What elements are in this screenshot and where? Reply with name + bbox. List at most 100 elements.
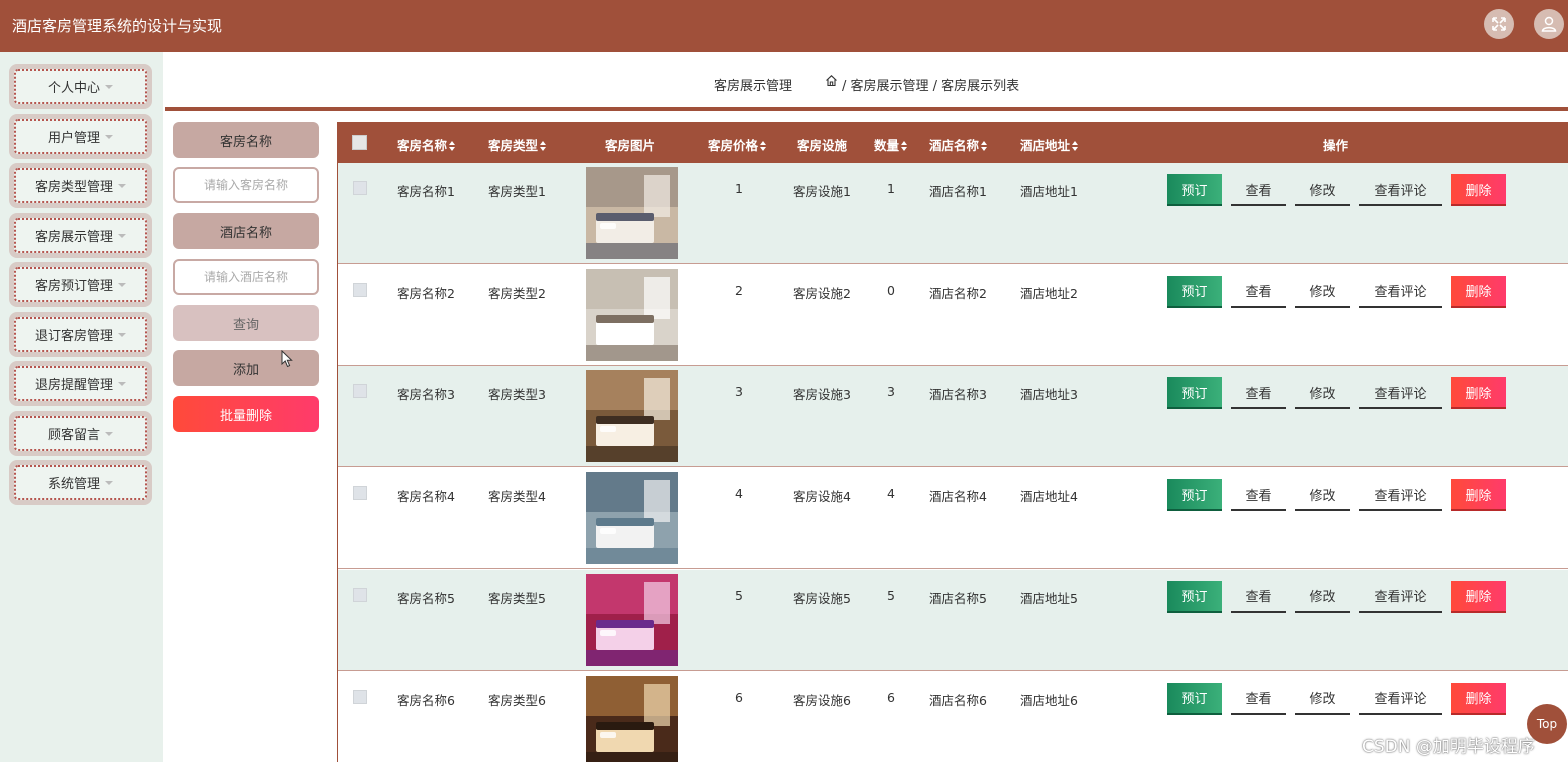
cell-room-name: 客房名称2 <box>397 285 455 301</box>
view-reviews-button[interactable]: 查看评论 <box>1359 479 1442 512</box>
room-image <box>586 472 678 565</box>
batch-delete-button[interactable]: 批量删除 <box>173 396 319 432</box>
user-icon <box>1541 16 1557 32</box>
th-actions-label: 操作 <box>1323 138 1349 153</box>
cell-room-type: 客房类型2 <box>488 285 546 301</box>
th-room-name[interactable]: 客房名称 <box>397 135 456 154</box>
hotel-name-label: 酒店名称 <box>173 213 319 249</box>
th-room-type-label: 客房类型 <box>488 138 539 153</box>
view-reviews-button[interactable]: 查看评论 <box>1359 581 1442 613</box>
view-reviews-button[interactable]: 查看评论 <box>1359 174 1442 206</box>
sort-icon[interactable] <box>901 141 908 151</box>
th-actions: 操作 <box>1323 135 1348 154</box>
view-button[interactable]: 查看 <box>1231 276 1286 308</box>
sidebar-item-room-cancel-management[interactable]: 退订客房管理 <box>9 311 152 357</box>
th-room-facility-label: 客房设施 <box>797 138 848 153</box>
room-image <box>586 268 678 361</box>
sidebar-item-label: 客房展示管理 <box>34 229 113 245</box>
edit-button[interactable]: 修改 <box>1295 683 1350 715</box>
sort-icon[interactable] <box>981 141 988 151</box>
book-button[interactable]: 预订 <box>1167 275 1222 308</box>
th-quantity-label: 数量 <box>874 138 900 153</box>
row-checkbox[interactable] <box>353 689 367 704</box>
user-avatar-button[interactable] <box>1534 9 1564 39</box>
cell-facility: 客房设施1 <box>793 184 851 199</box>
sort-icon[interactable] <box>760 141 767 151</box>
sidebar-item-personal-center[interactable]: 个人中心 <box>9 64 152 109</box>
delete-button[interactable]: 删除 <box>1451 682 1506 715</box>
sidebar-item-room-booking-management[interactable]: 客房预订管理 <box>9 262 152 307</box>
th-hotel-address[interactable]: 酒店地址 <box>1020 135 1079 154</box>
delete-button[interactable]: 删除 <box>1451 580 1506 613</box>
select-all-checkbox[interactable] <box>352 135 367 150</box>
room-name-input[interactable] <box>173 167 319 203</box>
sort-icon[interactable] <box>1072 141 1079 151</box>
breadcrumb: / 客房展示管理 / 客房展示列表 <box>842 79 1020 94</box>
edit-button[interactable]: 修改 <box>1295 377 1350 410</box>
view-button[interactable]: 查看 <box>1231 683 1286 715</box>
table-row: 客房名称5 客房类型5 5 客房设施5 5 酒店名称5 酒店地址5 预订 查看 修改 查看评论 删除 <box>338 569 1568 671</box>
hotel-name-input[interactable] <box>173 259 319 295</box>
sidebar-item-customer-messages[interactable]: 顾客留言 <box>9 410 152 456</box>
sidebar-item-label: 退房提醒管理 <box>34 378 113 393</box>
delete-button[interactable]: 删除 <box>1451 174 1506 206</box>
cell-room-name: 客房名称5 <box>397 590 455 606</box>
sidebar-item-user-management[interactable]: 用户管理 <box>9 113 152 159</box>
view-button[interactable]: 查看 <box>1231 581 1286 613</box>
th-hotel-name[interactable]: 酒店名称 <box>929 135 988 154</box>
view-reviews-button[interactable]: 查看评论 <box>1359 276 1442 308</box>
add-button[interactable]: 添加 <box>173 350 319 386</box>
edit-button[interactable]: 修改 <box>1295 276 1350 308</box>
view-button[interactable]: 查看 <box>1231 479 1286 512</box>
watermark: CSDN @加明毕设程序 <box>1362 737 1535 757</box>
book-button[interactable]: 预订 <box>1167 174 1222 206</box>
room-image <box>586 370 678 463</box>
delete-button[interactable]: 删除 <box>1451 377 1506 410</box>
th-quantity[interactable]: 数量 <box>874 135 908 154</box>
breadcrumb-divider <box>165 107 1568 111</box>
row-checkbox[interactable] <box>353 587 367 602</box>
chevron-down-icon <box>105 431 113 436</box>
query-button[interactable]: 查询 <box>173 305 319 341</box>
book-button[interactable]: 预订 <box>1167 682 1222 715</box>
book-button[interactable]: 预订 <box>1167 580 1222 613</box>
edit-button[interactable]: 修改 <box>1295 174 1350 206</box>
sort-icon[interactable] <box>449 141 456 151</box>
top-header: 酒店客房管理系统的设计与实现 <box>0 0 1568 52</box>
sidebar-item-frame: 顾客留言 <box>14 415 147 451</box>
sidebar-item-room-display-management[interactable]: 客房展示管理 <box>9 212 152 258</box>
home-icon[interactable] <box>825 74 838 87</box>
fullscreen-button[interactable] <box>1484 9 1514 39</box>
cell-quantity: 6 <box>887 689 895 705</box>
sort-icon[interactable] <box>540 141 547 151</box>
sidebar-item-system-management[interactable]: 系统管理 <box>9 460 152 505</box>
table-row: 客房名称4 客房类型4 4 客房设施4 4 酒店名称4 酒店地址4 预订 查看 修改 查看评论 删除 <box>338 468 1568 570</box>
sidebar-item-frame: 退房提醒管理 <box>14 366 147 401</box>
view-reviews-button[interactable]: 查看评论 <box>1359 377 1442 410</box>
view-button[interactable]: 查看 <box>1231 377 1286 410</box>
view-button[interactable]: 查看 <box>1231 174 1286 206</box>
chevron-down-icon <box>118 382 126 386</box>
room-table: 客房名称 客房类型 客房图片 客房价格 客房设施 数量 酒店名称 酒店地址 操作… <box>337 122 1568 762</box>
sidebar-item-frame: 客房类型管理 <box>14 168 147 203</box>
delete-button[interactable]: 删除 <box>1451 479 1506 512</box>
book-button[interactable]: 预订 <box>1167 479 1222 512</box>
cell-room-type: 客房类型6 <box>488 692 546 708</box>
edit-button[interactable]: 修改 <box>1295 479 1350 512</box>
sidebar-item-checkout-reminder-management[interactable]: 退房提醒管理 <box>9 361 152 406</box>
sidebar-item-frame: 系统管理 <box>14 465 147 500</box>
row-checkbox[interactable] <box>353 384 367 399</box>
edit-button[interactable]: 修改 <box>1295 581 1350 613</box>
view-reviews-button[interactable]: 查看评论 <box>1359 683 1442 715</box>
th-room-price[interactable]: 客房价格 <box>708 135 767 154</box>
cell-price: 1 <box>735 181 743 196</box>
sidebar <box>0 52 163 762</box>
row-checkbox[interactable] <box>353 486 367 501</box>
th-room-type[interactable]: 客房类型 <box>488 135 547 154</box>
row-checkbox[interactable] <box>353 282 367 297</box>
row-checkbox[interactable] <box>353 181 367 195</box>
delete-button[interactable]: 删除 <box>1451 275 1506 308</box>
cell-price: 6 <box>735 689 743 705</box>
book-button[interactable]: 预订 <box>1167 377 1222 410</box>
sidebar-item-room-type-management[interactable]: 客房类型管理 <box>9 163 152 208</box>
